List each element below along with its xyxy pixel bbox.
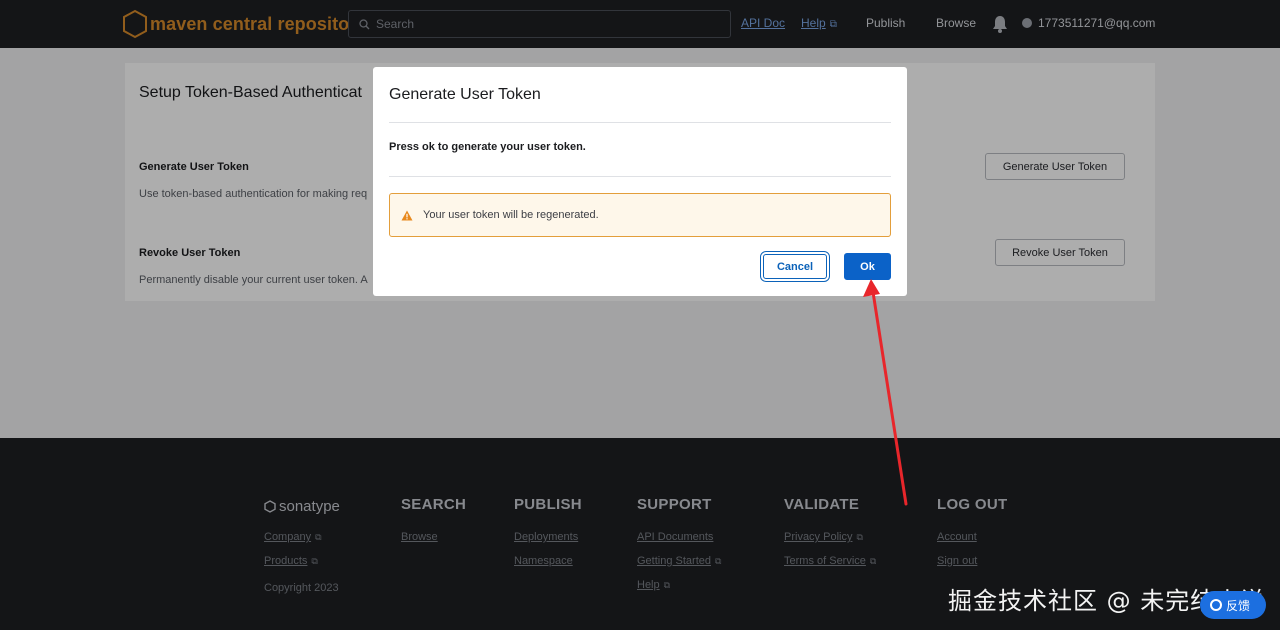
dialog-divider-bottom bbox=[389, 176, 891, 177]
dialog-title: Generate User Token bbox=[389, 86, 541, 103]
warning-triangle-icon bbox=[401, 210, 413, 220]
dialog-divider-top bbox=[389, 122, 891, 123]
dialog-message: Press ok to generate your user token. bbox=[389, 141, 586, 153]
feedback-label: 反馈 bbox=[1226, 598, 1251, 613]
warning-alert: Your user token will be regenerated. bbox=[389, 193, 891, 237]
cancel-button[interactable]: Cancel bbox=[763, 254, 827, 279]
ok-button[interactable]: Ok bbox=[844, 253, 891, 280]
feedback-icon bbox=[1210, 599, 1222, 611]
generate-token-dialog: Generate User Token Press ok to generate… bbox=[373, 67, 907, 296]
warning-alert-text: Your user token will be regenerated. bbox=[423, 209, 599, 221]
feedback-pill[interactable]: 反馈 bbox=[1200, 591, 1266, 619]
